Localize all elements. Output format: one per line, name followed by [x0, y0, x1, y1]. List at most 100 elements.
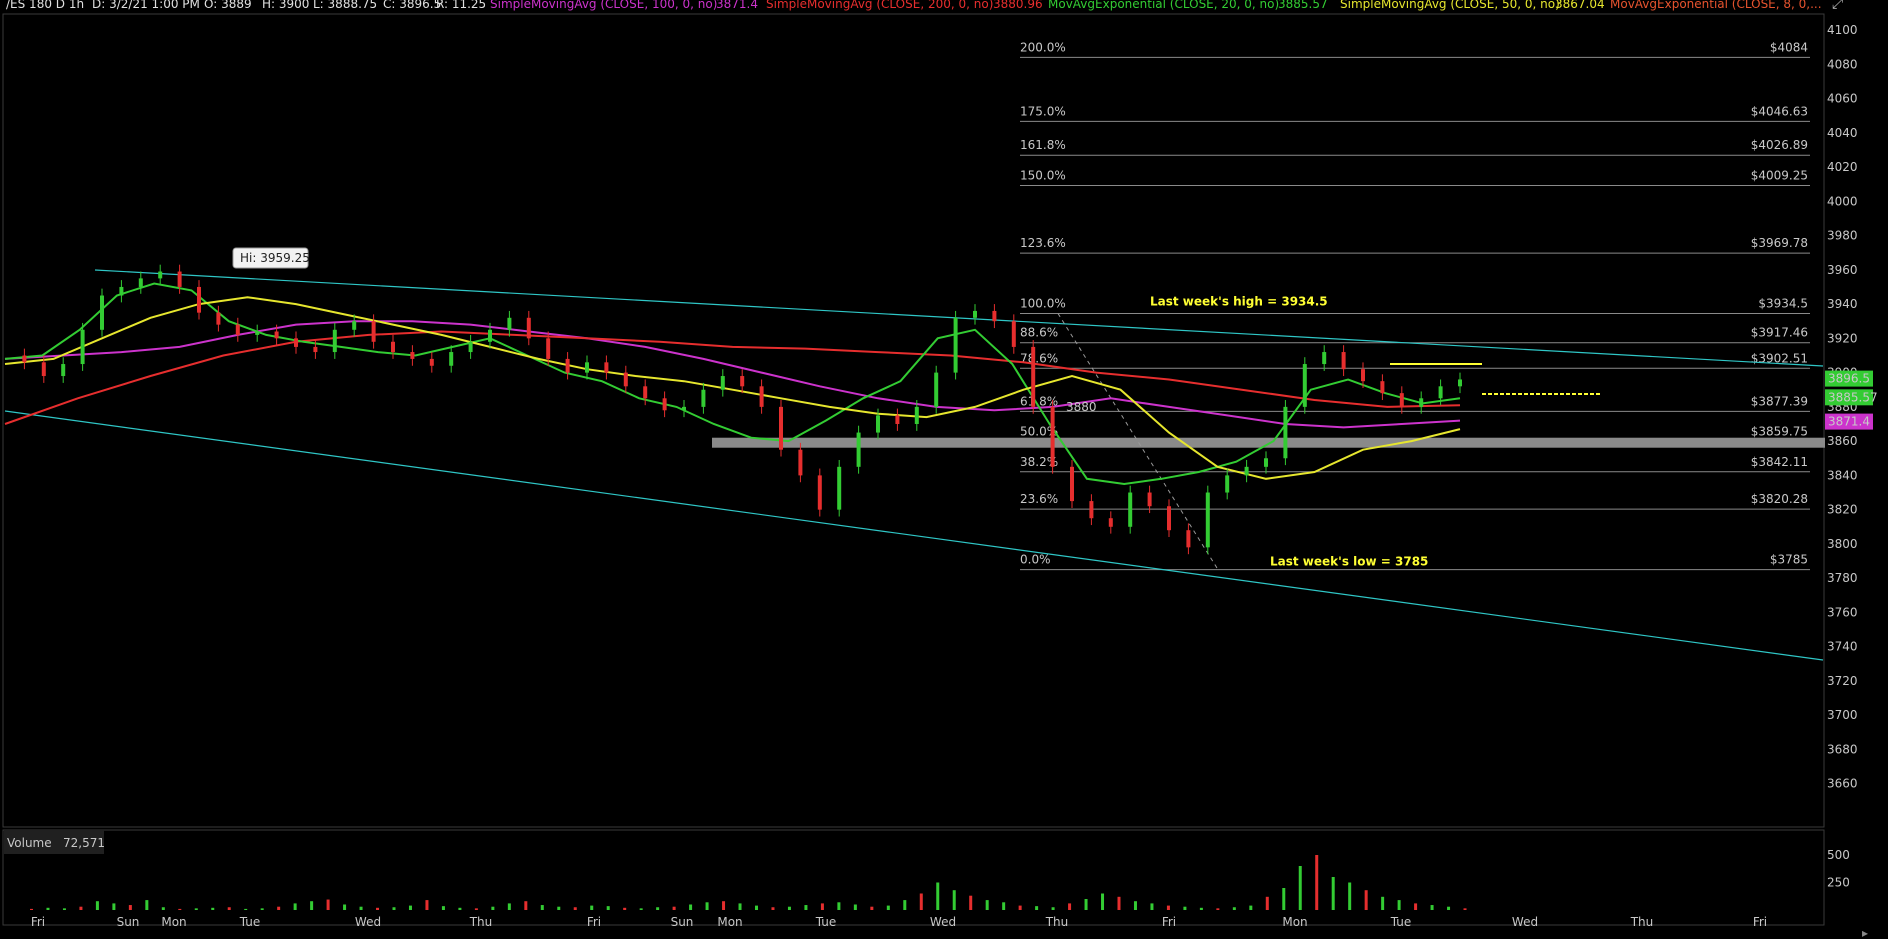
- x-tick-label: Mon: [161, 915, 186, 929]
- candle-body: [682, 406, 686, 411]
- candle-body: [507, 317, 512, 330]
- candle-body: [410, 352, 415, 359]
- volume-bar: [1002, 902, 1006, 910]
- annotation-last-week-low: Last week's low = 3785: [1270, 555, 1428, 569]
- volume-bar: [1414, 903, 1418, 910]
- candle-body: [1302, 364, 1307, 407]
- volume-bar: [408, 905, 412, 910]
- price-badge: 3885.57: [1828, 390, 1878, 404]
- candle-body: [80, 329, 85, 365]
- x-tick-label: Tue: [815, 915, 837, 929]
- hi-label: Hi: 3959.25: [240, 251, 310, 265]
- candle-body: [468, 341, 473, 353]
- candle-body: [1205, 492, 1210, 548]
- candle-body: [313, 346, 318, 353]
- price-level-label: 3880: [1066, 400, 1097, 414]
- candle-body: [100, 295, 104, 330]
- study-sma50-label: SimpleMovingAvg (CLOSE, 50, 0, no): [1340, 0, 1560, 11]
- price-axis[interactable]: 4100 4080 4060 4040 4020 4000 3980 3960 3940 3920…: [1827, 23, 1858, 791]
- volume-bar: [540, 905, 544, 910]
- volume-bar: [359, 906, 363, 910]
- volume-bar: [1051, 907, 1055, 910]
- candle-body: [177, 271, 182, 287]
- y-tick-label: 3740: [1827, 640, 1858, 654]
- candle-body: [1089, 501, 1094, 519]
- volume-bar: [820, 903, 824, 910]
- candle-body: [856, 432, 861, 467]
- volume-bar: [903, 900, 907, 910]
- volume-bar: [343, 904, 347, 910]
- volume-bar: [1216, 908, 1220, 910]
- candle-body: [138, 278, 143, 287]
- volume-bar: [1315, 855, 1319, 910]
- annotation-last-week-high: Last week's high = 3934.5: [1150, 295, 1328, 309]
- candle-body: [934, 372, 939, 407]
- x-tick-label: Sun: [117, 915, 140, 929]
- fib-price-label: $3969.78: [1751, 236, 1808, 250]
- volume-bar: [194, 908, 198, 910]
- candle-body: [1031, 346, 1036, 407]
- volume-bar: [738, 903, 742, 910]
- x-tick-label: Wed: [1512, 915, 1538, 929]
- expand-icon: ⤢: [1832, 0, 1843, 12]
- volume-bar: [985, 900, 989, 910]
- volume-bar: [474, 908, 478, 910]
- x-tick-label: Sun: [671, 915, 694, 929]
- candle-body: [216, 312, 221, 325]
- candle-body: [1322, 352, 1327, 365]
- candle-body: [449, 352, 454, 366]
- fib-pct-label: 175.0%: [1020, 104, 1066, 118]
- study-sma200-value: 3880.96: [993, 0, 1043, 11]
- y-tick-label: 3920: [1827, 331, 1858, 345]
- candle-body: [643, 386, 648, 399]
- fib-pct-label: 161.8%: [1020, 138, 1066, 152]
- y-tick-label: 3940: [1827, 297, 1858, 311]
- volume-bar: [227, 907, 231, 910]
- support-band: [712, 437, 1825, 448]
- volume-bar: [722, 901, 726, 910]
- volume-bar: [1183, 906, 1187, 910]
- candle-body: [119, 286, 124, 296]
- pan-icon: ▸: [1862, 926, 1868, 939]
- volume-bar: [1447, 906, 1451, 910]
- x-tick-label: Fri: [1162, 915, 1176, 929]
- volume-bar: [1018, 905, 1022, 910]
- candle-body: [371, 321, 376, 342]
- volume-bar: [639, 908, 643, 910]
- candle-body: [22, 355, 27, 363]
- volume-bar: [260, 908, 264, 910]
- volume-bar: [1348, 882, 1352, 910]
- volume-bar: [79, 906, 83, 910]
- candle-body: [914, 406, 919, 424]
- volume-bar: [771, 907, 775, 910]
- volume-bar: [277, 906, 281, 910]
- candle-body: [1244, 466, 1249, 476]
- candle-body: [1419, 398, 1424, 407]
- candle-body: [1011, 321, 1016, 347]
- volume-bar: [1101, 893, 1105, 910]
- volume-bar: [853, 904, 857, 910]
- volume-value: 72,571: [63, 836, 105, 850]
- volume-bar: [46, 907, 50, 910]
- y-tick-label: 3840: [1827, 468, 1858, 482]
- fib-price-label: $3877.39: [1751, 394, 1808, 408]
- volume-bar: [62, 908, 66, 910]
- fib-pct-label: 88.6%: [1020, 326, 1058, 340]
- volume-bar: [1150, 903, 1154, 910]
- volume-bar: [244, 908, 248, 910]
- volume-bar: [128, 905, 132, 910]
- candle-body: [1399, 393, 1404, 407]
- volume-bar: [919, 893, 923, 910]
- price-badge: 3871.4: [1828, 415, 1870, 429]
- candle-body: [1108, 518, 1113, 527]
- x-tick-label: Wed: [355, 915, 381, 929]
- fib-pct-label: 23.6%: [1020, 492, 1058, 506]
- volume-bar: [392, 907, 396, 910]
- study-sma50-value: 3867.04: [1555, 0, 1605, 11]
- candle-body: [779, 406, 783, 450]
- candle-body: [1167, 506, 1171, 531]
- price-chart[interactable]: /ES 180 D 1h D: 3/2/21 1:00 PM O: 3889 H…: [0, 0, 1888, 939]
- candle-body: [197, 286, 201, 313]
- volume-bar: [1068, 903, 1072, 910]
- candle-body: [61, 364, 66, 377]
